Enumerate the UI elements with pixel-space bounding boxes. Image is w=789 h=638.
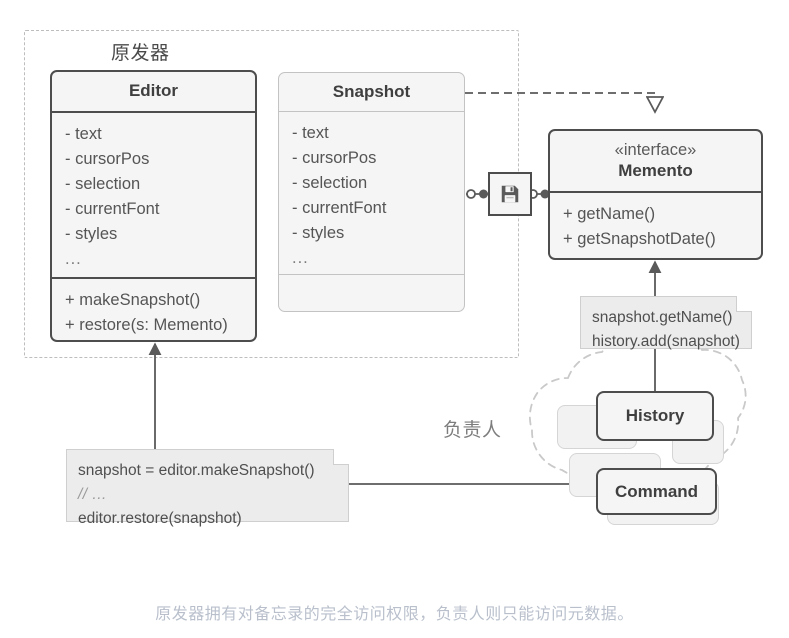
op-row: + getSnapshotDate() (563, 230, 716, 249)
uml-memento-diagram: 原发器 负责人 Memento (dashed, hollow triangle… (0, 0, 789, 638)
note-line: snapshot = editor.makeSnapshot() (78, 462, 315, 479)
class-memento[interactable]: «interface» Memento + getName() + getSna… (548, 129, 763, 260)
class-memento-operations: + getName() + getSnapshotDate() (550, 193, 761, 258)
class-snapshot[interactable]: Snapshot - text - cursorPos - selection … (278, 72, 465, 312)
class-history[interactable]: History (596, 391, 714, 441)
class-memento-name: Memento (618, 161, 693, 181)
class-memento-stereotype: «interface» (614, 140, 697, 159)
attr-row: ... (65, 250, 82, 269)
attr-row: - text (65, 125, 102, 143)
op-row: + getName() (563, 205, 656, 223)
attr-row: - selection (292, 174, 368, 193)
attr-row: - cursorPos (292, 149, 377, 168)
attr-row: - text (292, 124, 329, 142)
floppy-disk-save-icon (501, 185, 519, 203)
link-snapshot-realizes-memento (465, 92, 655, 112)
attr-row: - currentFont (65, 200, 160, 219)
class-snapshot-name: Snapshot (332, 81, 411, 101)
note-history-code[interactable]: snapshot.getName() history.add(snapshot) (580, 296, 752, 350)
class-snapshot-attributes: - text - cursorPos - selection - current… (279, 112, 464, 274)
memento-icon-box[interactable] (488, 172, 532, 216)
attr-row: - selection (65, 175, 141, 194)
note-line: // ... (78, 486, 107, 504)
class-snapshot-operations (279, 274, 464, 293)
class-command[interactable]: Command (596, 468, 717, 515)
class-command-name: Command (614, 481, 699, 501)
class-editor-attributes: - text - cursorPos - selection - current… (52, 113, 255, 277)
class-editor-header: Editor (52, 72, 255, 113)
class-editor-operations: + makeSnapshot() + restore(s: Memento) (52, 277, 255, 340)
class-memento-header: «interface» Memento (550, 131, 761, 193)
attr-row: - currentFont (292, 199, 387, 218)
class-history-name: History (625, 406, 685, 425)
attr-row: - styles (292, 224, 345, 243)
class-snapshot-header: Snapshot (279, 73, 464, 112)
class-editor[interactable]: Editor - text - cursorPos - selection - … (50, 70, 257, 342)
attr-row: - styles (65, 225, 118, 244)
op-row: + restore(s: Memento) (65, 316, 228, 335)
note-line: editor.restore(snapshot) (78, 510, 242, 528)
attr-row: ... (292, 249, 309, 268)
note-line: history.add(snapshot) (592, 333, 740, 351)
class-editor-name: Editor (128, 81, 179, 101)
attr-row: - cursorPos (65, 150, 150, 169)
note-editor-code[interactable]: snapshot = editor.makeSnapshot() // ... … (66, 449, 349, 527)
diagram-caption: 原发器拥有对备忘录的完全访问权限，负责人则只能访问元数据。 (155, 606, 634, 623)
op-row: + makeSnapshot() (65, 291, 201, 309)
note-line: snapshot.getName() (592, 309, 733, 326)
